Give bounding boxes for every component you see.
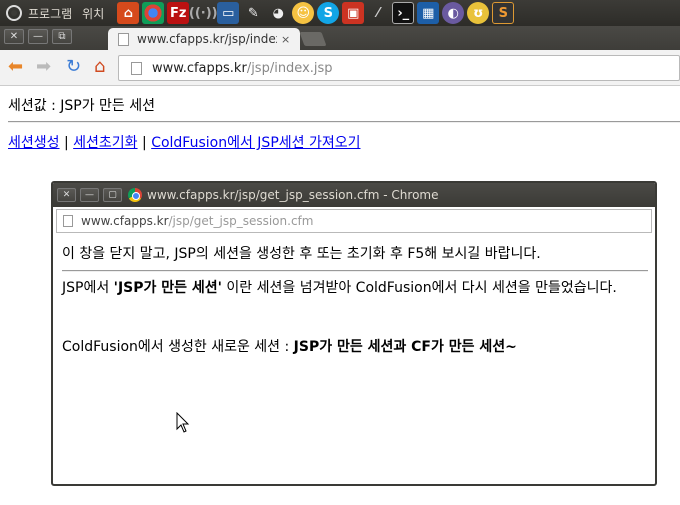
tab-title: www.cfapps.kr/jsp/index: [137, 32, 277, 46]
eclipse-launcher-icon[interactable]: ◐: [442, 2, 465, 24]
tab-close-icon[interactable]: ×: [281, 33, 290, 46]
popup-notice: 이 창을 닫지 말고, JSP의 세션을 생성한 후 또는 초기화 후 F5해 …: [62, 246, 541, 262]
mouse-cursor-icon: [176, 412, 190, 433]
mascot-launcher-icon[interactable]: ʊ: [467, 2, 490, 24]
menu-programs[interactable]: 프로그램: [28, 5, 72, 22]
chrome-icon: [128, 188, 142, 202]
message-prefix: JSP에서: [62, 280, 114, 296]
restore-window-button[interactable]: ⧉: [52, 29, 72, 44]
popup-window: ✕ — ▢ www.cfapps.kr/jsp/get_jsp_session.…: [51, 181, 657, 486]
reset-session-link[interactable]: 세션초기화: [73, 135, 137, 151]
terminal-game-launcher-icon[interactable]: ◕: [267, 2, 289, 24]
popup-divider: [62, 270, 648, 272]
skype-launcher-icon[interactable]: S: [317, 2, 340, 24]
chrome-launcher-icon[interactable]: [142, 2, 165, 24]
link-bar: 세션생성 | 세션초기화 | ColdFusion에서 JSP세션 가져오기: [8, 132, 361, 152]
browser-toolbar: ⬅ ➡ ↻ ⌂ www.cfapps.kr/jsp/index.jsp: [0, 50, 680, 86]
popup-close-button[interactable]: ✕: [57, 188, 76, 202]
new-session-label: ColdFusion에서 생성한 새로운 세션 :: [62, 339, 294, 355]
session-value: 세션값 : JSP가 만든 세션: [8, 98, 156, 114]
popup-titlebar[interactable]: ✕ — ▢ www.cfapps.kr/jsp/get_jsp_session.…: [53, 183, 655, 207]
popup-url-path: /jsp/get_jsp_session.cfm: [168, 214, 314, 228]
divider: [8, 121, 680, 123]
popup-maximize-button[interactable]: ▢: [103, 188, 122, 202]
tab-strip: ✕ — ⧉ www.cfapps.kr/jsp/index ×: [0, 26, 680, 50]
back-arrow-icon[interactable]: ⬅: [8, 58, 23, 76]
home-folder-launcher-icon[interactable]: ⌂: [117, 2, 140, 24]
color-picker-launcher-icon[interactable]: ⁄: [367, 2, 389, 24]
terminal-launcher-icon[interactable]: ›_: [392, 2, 415, 24]
system-panel: 프로그램 위치 ⌂ Fz ((·)) ▭ ✎ ◕ ☺ S ▣ ⁄ ›_ ▦ ◐ …: [0, 0, 680, 26]
message-suffix: 이란 세션을 넘겨받아 ColdFusion에서 다시 세션을 만들었습니다.: [221, 280, 617, 296]
reload-icon[interactable]: ↻: [66, 58, 81, 76]
create-session-link[interactable]: 세션생성: [8, 135, 60, 151]
page-icon: [131, 61, 142, 75]
popup-new-session: ColdFusion에서 생성한 새로운 세션 : JSP가 만든 세션과 CF…: [62, 336, 517, 356]
page-icon: [63, 215, 73, 227]
separator: |: [63, 135, 69, 151]
network-launcher-icon[interactable]: ((·)): [189, 2, 218, 24]
coldfusion-session-link[interactable]: ColdFusion에서 JSP세션 가져오기: [151, 135, 360, 151]
url-host: www.cfapps.kr: [152, 60, 247, 76]
forward-arrow-icon[interactable]: ➡: [36, 58, 51, 76]
session-name-bold: 'JSP가 만든 세션': [113, 280, 222, 296]
address-bar[interactable]: www.cfapps.kr/jsp/index.jsp: [118, 55, 680, 81]
popup-url-host: www.cfapps.kr: [81, 214, 169, 228]
app-launcher-icon[interactable]: ▣: [342, 2, 365, 24]
pidgin-launcher-icon[interactable]: ☺: [292, 2, 315, 24]
popup-address-bar[interactable]: www.cfapps.kr/jsp/get_jsp_session.cfm: [56, 209, 652, 233]
popup-minimize-button[interactable]: —: [80, 188, 99, 202]
minimize-window-button[interactable]: —: [28, 29, 48, 44]
sublime-launcher-icon[interactable]: S: [492, 2, 515, 24]
separator: |: [142, 135, 147, 151]
virtualbox-launcher-icon[interactable]: ▦: [417, 2, 440, 24]
tools-launcher-icon[interactable]: ✎: [242, 2, 264, 24]
popup-title: www.cfapps.kr/jsp/get_jsp_session.cfm - …: [147, 188, 439, 202]
filezilla-launcher-icon[interactable]: Fz: [167, 2, 190, 24]
popup-message: JSP에서 'JSP가 만든 세션' 이란 세션을 넘겨받아 ColdFusio…: [62, 278, 648, 298]
new-tab-button[interactable]: [299, 32, 327, 46]
browser-tab[interactable]: www.cfapps.kr/jsp/index ×: [108, 28, 300, 50]
ubuntu-logo-icon[interactable]: [6, 5, 22, 21]
remote-desktop-launcher-icon[interactable]: ▭: [217, 2, 240, 24]
menu-places[interactable]: 위치: [82, 5, 104, 22]
new-session-value: JSP가 만든 세션과 CF가 만든 세션~: [293, 339, 517, 355]
url-path: /jsp/index.jsp: [246, 60, 333, 76]
page-icon: [118, 32, 129, 46]
home-icon[interactable]: ⌂: [94, 58, 105, 76]
close-window-button[interactable]: ✕: [4, 29, 24, 44]
